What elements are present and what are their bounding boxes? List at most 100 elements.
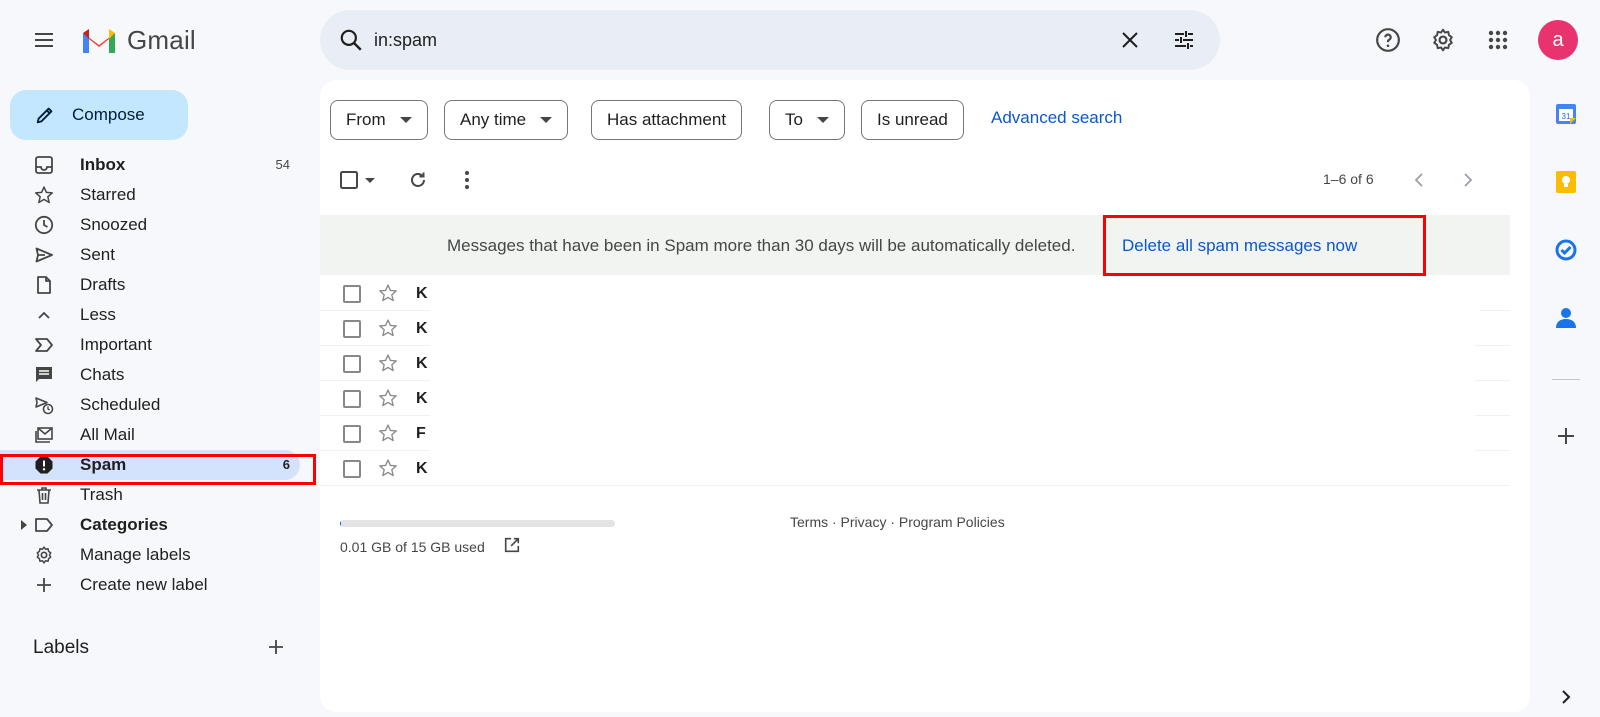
mail-sender: K <box>416 285 428 302</box>
caret-down-icon <box>540 117 553 123</box>
sidebar-item-manage-labels[interactable]: Manage labels <box>0 540 316 570</box>
sidebar-nav: Inbox 54 Starred Snoozed Sent Drafts Les… <box>0 150 316 600</box>
search-bar <box>320 10 1220 70</box>
star-icon[interactable] <box>378 318 398 338</box>
filter-any-time-chip[interactable]: Any time <box>444 100 569 140</box>
clock-icon <box>34 215 54 235</box>
main-menu-icon[interactable] <box>24 20 64 60</box>
delete-spam-highlight-box <box>1103 215 1426 276</box>
next-page-chevron-icon[interactable] <box>1454 166 1482 194</box>
sidebar-item-label: Manage labels <box>80 545 191 564</box>
search-options-icon[interactable] <box>1172 28 1196 52</box>
chevron-up-icon <box>34 305 54 325</box>
storage-usage-text: 0.01 GB of 15 GB used <box>340 539 485 555</box>
draft-icon <box>34 275 54 295</box>
sidebar-item-inbox[interactable]: Inbox 54 <box>0 150 316 180</box>
select-menu-caret-icon[interactable] <box>362 166 378 194</box>
footer-links[interactable]: Terms · Privacy · Program Policies <box>790 514 1005 530</box>
sidebar-item-chats[interactable]: Chats <box>0 360 316 390</box>
sidebar-item-label: Sent <box>80 245 115 264</box>
star-icon[interactable] <box>378 353 398 373</box>
sidebar-item-all-mail[interactable]: All Mail <box>0 420 316 450</box>
important-icon <box>34 335 54 355</box>
row-checkbox[interactable] <box>343 460 361 478</box>
sidebar-item-categories[interactable]: Categories <box>0 510 316 540</box>
side-panel-divider <box>1552 379 1580 380</box>
sidebar-item-label: Create new label <box>80 575 208 594</box>
account-avatar[interactable]: a <box>1538 20 1578 60</box>
sidebar-item-snoozed[interactable]: Snoozed <box>0 210 316 240</box>
star-icon[interactable] <box>378 458 398 478</box>
mail-sender: K <box>416 320 428 337</box>
help-icon[interactable] <box>1368 20 1408 60</box>
refresh-icon[interactable] <box>404 166 432 194</box>
mail-sender: K <box>416 460 428 477</box>
get-addons-plus-icon[interactable] <box>1552 422 1580 450</box>
chip-label: Is unread <box>877 110 948 129</box>
sidebar-item-starred[interactable]: Starred <box>0 180 316 210</box>
row-checkbox[interactable] <box>343 320 361 338</box>
expand-triangle-icon[interactable] <box>20 520 28 530</box>
star-icon <box>34 185 54 205</box>
sidebar-item-scheduled[interactable]: Scheduled <box>0 390 316 420</box>
add-label-plus-icon[interactable] <box>266 637 286 657</box>
star-icon[interactable] <box>378 423 398 443</box>
mail-sender: K <box>416 355 428 372</box>
compose-button[interactable]: Compose <box>10 90 188 140</box>
expand-side-panel-chevron-icon[interactable] <box>1552 683 1580 711</box>
sidebar-item-sent[interactable]: Sent <box>0 240 316 270</box>
sidebar-item-label: Categories <box>80 515 168 534</box>
pencil-icon <box>34 104 56 126</box>
labels-heading: Labels <box>33 637 89 658</box>
select-all-checkbox[interactable] <box>338 166 360 194</box>
star-icon[interactable] <box>378 388 398 408</box>
sidebar-item-label: All Mail <box>80 425 135 444</box>
mail-sender: F <box>416 425 426 442</box>
storage-usage-bar <box>340 520 615 527</box>
filter-from-chip[interactable]: From <box>330 100 428 140</box>
apps-grid-icon[interactable] <box>1478 20 1518 60</box>
advanced-search-link[interactable]: Advanced search <box>991 108 1122 128</box>
row-checkbox[interactable] <box>343 355 361 373</box>
filter-has-attachment-chip[interactable]: Has attachment <box>591 100 743 140</box>
unread-count: 54 <box>275 157 290 172</box>
keep-app-icon[interactable] <box>1552 168 1580 196</box>
tasks-app-icon[interactable] <box>1552 236 1580 264</box>
redaction-mask <box>430 324 1475 479</box>
sidebar-item-less[interactable]: Less <box>0 300 316 330</box>
filter-to-chip[interactable]: To <box>769 100 845 140</box>
plus-icon <box>34 575 54 595</box>
sidebar-item-drafts[interactable]: Drafts <box>0 270 316 300</box>
trash-icon <box>34 485 54 505</box>
sidebar-item-important[interactable]: Important <box>0 330 316 360</box>
caret-down-icon <box>399 117 412 123</box>
gmail-logo[interactable]: Gmail <box>80 22 196 58</box>
sidebar-item-label: Drafts <box>80 275 126 294</box>
sidebar-item-create-label[interactable]: Create new label <box>0 570 316 600</box>
search-input[interactable] <box>374 24 1074 56</box>
scheduled-icon <box>34 395 54 415</box>
chat-icon <box>34 365 54 385</box>
gmail-m-icon <box>83 29 115 53</box>
star-icon[interactable] <box>378 283 398 303</box>
sidebar-item-label: Starred <box>80 185 136 204</box>
filter-is-unread-chip[interactable]: Is unread <box>861 100 964 140</box>
main-panel: From Any time Has attachment To Is unrea… <box>320 80 1530 712</box>
calendar-app-icon[interactable]: 31 <box>1552 100 1580 128</box>
clear-search-icon[interactable] <box>1118 28 1142 52</box>
chip-label: Any time <box>460 110 527 129</box>
row-checkbox[interactable] <box>343 425 361 443</box>
prev-page-chevron-icon[interactable] <box>1405 166 1433 194</box>
row-checkbox[interactable] <box>343 390 361 408</box>
top-bar: Gmail a <box>0 0 1600 80</box>
more-vert-icon[interactable] <box>453 166 481 194</box>
sidebar-item-label: Inbox <box>80 155 126 174</box>
pagination-range: 1–6 of 6 <box>1323 171 1374 187</box>
settings-gear-icon[interactable] <box>1423 20 1463 60</box>
row-checkbox[interactable] <box>343 285 361 303</box>
open-in-new-icon[interactable] <box>503 536 521 554</box>
search-icon[interactable] <box>338 27 364 53</box>
contacts-app-icon[interactable] <box>1552 304 1580 332</box>
sidebar-item-label: Chats <box>80 365 125 384</box>
redaction-mask <box>430 296 1480 324</box>
